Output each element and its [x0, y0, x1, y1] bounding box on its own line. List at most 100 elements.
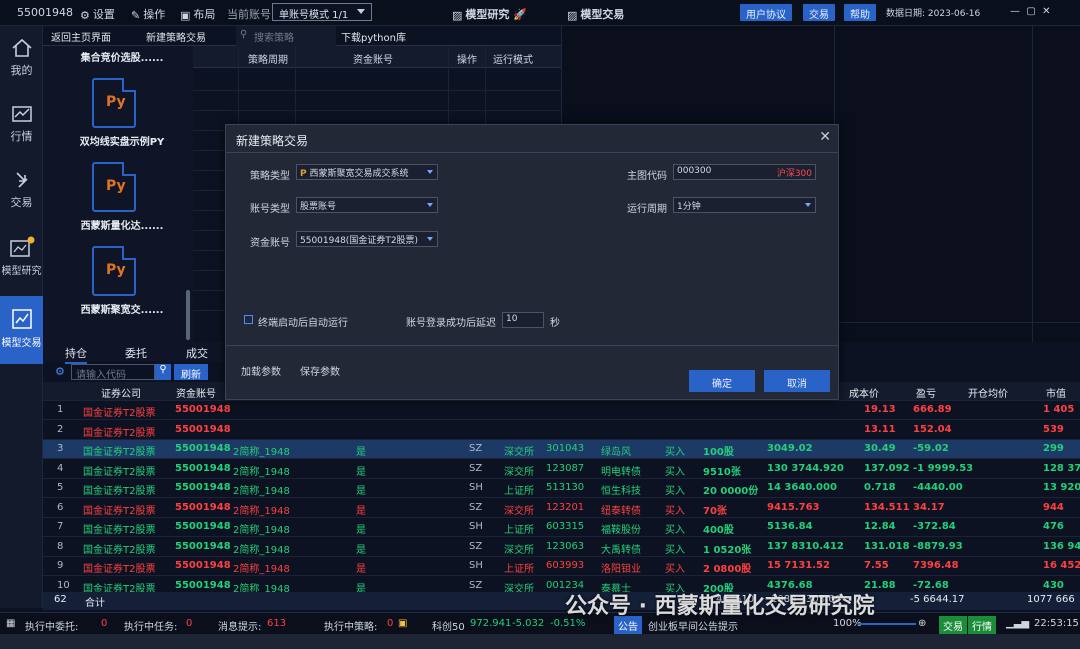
cell-flag: 是 [356, 447, 366, 458]
exec-strategy-label: 执行中策略: [324, 622, 378, 633]
file-label[interactable]: 双均线实盘示例PY [56, 133, 188, 148]
table-row[interactable]: 4 国金证券T2股票 55001948 2简称_1948 是 SZ 深交所 123087 明电转… [43, 460, 1080, 479]
sidebar-item-model-research[interactable]: 模型研究 [0, 224, 43, 290]
sidebar-item-label: 交易 [10, 196, 33, 209]
table-row[interactable]: 1 国金证券T2股票 55001948 19.13 666.89 1 405 [43, 401, 1080, 420]
cell-acct: 55001948 [175, 579, 231, 591]
account-mode-select[interactable]: 单账号模式 1/1 [272, 3, 372, 21]
table-row[interactable]: 3 国金证券T2股票 55001948 2简称_1948 是 SZ 深交所 301043 绿岛风… [43, 440, 1080, 459]
tab-model-research[interactable]: ▨ 模型研究 🚀 [452, 6, 527, 22]
tab-orders[interactable]: 委托 [125, 345, 147, 361]
cell-mkt: SZ [469, 501, 483, 513]
search-icon[interactable]: ⚲ [155, 364, 171, 380]
chevron-down-icon [427, 203, 433, 207]
load-params-button[interactable]: 加载参数 [241, 363, 281, 378]
close-icon[interactable]: ✕ [819, 129, 831, 145]
table-row[interactable]: 8 国金证券T2股票 55001948 2简称_1948 是 SZ 深交所 123063 大禹转… [43, 538, 1080, 557]
tab-model-trade[interactable]: ▨ 模型交易 [567, 6, 624, 22]
strategy-search[interactable]: ⚲ 搜索策略 [236, 26, 336, 46]
fund-account-select[interactable]: 55001948(国金证券T2股票) [296, 231, 438, 247]
positions-table: 证券公司 资金账号 成本价 盈亏 开仓均价 市值 1 国金证券T2股票 550019… [43, 382, 1080, 596]
table-row[interactable]: 6 国金证券T2股票 55001948 2简称_1948 是 SZ 深交所 123201 纽泰转… [43, 499, 1080, 518]
m-icon[interactable]: ▣ [398, 618, 407, 629]
py-file-icon[interactable]: Py [92, 162, 136, 212]
cell-n: 5 [57, 482, 64, 493]
download-python-link[interactable]: 下载python库 [341, 29, 406, 44]
cell-pnl: -8879.93 [913, 540, 963, 552]
account-type-select[interactable]: 股票账号 [296, 197, 438, 213]
strategy-type-select[interactable]: P 西蒙斯聚宽交易成交系统 [296, 164, 438, 180]
table-row[interactable]: 7 国金证券T2股票 55001948 2简称_1948 是 SH 上证所 603315 福鞍股… [43, 518, 1080, 537]
zoom-in-icon[interactable]: ⊕ [918, 618, 926, 629]
new-strategy-link[interactable]: 新建策略交易 [146, 29, 206, 44]
zoom-slider[interactable] [858, 623, 916, 625]
py-file-icon[interactable]: Py [92, 78, 136, 128]
cell-mv: 128 374 [1043, 462, 1080, 474]
cell-ex: 上证所 [504, 486, 534, 497]
cell-qty: 2 0800股 [703, 564, 752, 575]
chevron-down-icon [357, 9, 365, 14]
search-input[interactable]: 搜索策略 [254, 29, 294, 44]
tab-fills[interactable]: 成交 [186, 345, 208, 361]
cell-cost: 137.092 [864, 462, 910, 474]
status-trade-button[interactable]: 交易 [939, 616, 967, 635]
cell-ex: 上证所 [504, 525, 534, 536]
auto-run-checkbox[interactable] [244, 315, 253, 324]
window-controls[interactable]: — ▢ ✕ [1010, 6, 1051, 17]
cell-company: 国金证券T2股票 [83, 427, 156, 439]
cell-flag: 是 [356, 544, 366, 556]
cell-n: 6 [57, 501, 64, 513]
msg-value: 613 [267, 618, 287, 629]
sidebar-item-quotes[interactable]: 行情 [0, 92, 43, 158]
back-home-link[interactable]: 返回主页界面 [51, 29, 111, 44]
main-code-label: 主图代码 [627, 171, 667, 182]
file-label[interactable]: 西蒙斯聚宽交...... [56, 301, 188, 316]
trade-button[interactable]: 交易 [803, 4, 835, 21]
refresh-button[interactable]: 刷新 [174, 364, 208, 381]
sidebar-item-mine[interactable]: 我的 [0, 26, 43, 92]
search-icon: ⚲ [240, 29, 248, 40]
exec-strategy-value: 0 [387, 618, 394, 629]
delay-input[interactable]: 10 [502, 312, 544, 328]
py-file-icon[interactable]: Py [92, 246, 136, 296]
status-market-button[interactable]: 行情 [968, 616, 996, 635]
save-params-button[interactable]: 保存参数 [300, 363, 340, 378]
cell-flag: 是 [356, 525, 366, 536]
cell-flag: 是 [356, 505, 366, 517]
cell-mv: 1 405 [1043, 404, 1075, 415]
cell-code: 301043 [546, 443, 585, 454]
sum-label: 合计 [85, 598, 105, 609]
main-code-input[interactable]: 000300 沪深300 [673, 164, 816, 180]
cell-qty: 100股 [703, 447, 734, 458]
table-row[interactable]: 9 国金证券T2股票 55001948 2简称_1948 是 SH 上证所 603993 洛阳钼… [43, 557, 1080, 576]
cancel-button[interactable]: 取消 [764, 370, 830, 392]
code-search-input[interactable]: 请输入代码 [71, 364, 155, 381]
file-list-scrollbar[interactable] [186, 290, 190, 340]
help-button[interactable]: 帮助 [844, 4, 876, 21]
file-label[interactable]: 集合竞价选股...... [56, 49, 188, 64]
cell-pnl: -59.02 [913, 443, 949, 454]
research-icon [9, 236, 34, 257]
sidebar-item-model-trade[interactable]: 模型交易 [0, 296, 43, 364]
period-select[interactable]: 1分钟 [673, 197, 816, 213]
cell-dir: 买入 [665, 544, 685, 556]
table-row[interactable]: 2 国金证券T2股票 55001948 13.11 152.04 539 [43, 421, 1080, 440]
cell-sname: 绿岛风 [601, 447, 631, 458]
cell-code: 123063 [546, 540, 585, 552]
cell-acct: 55001948 [175, 540, 231, 552]
user-agreement-button[interactable]: 用户协议 [740, 4, 792, 21]
column-header: 市值 [1046, 389, 1066, 400]
layout-menu[interactable]: ▣ 布局 [180, 6, 215, 22]
notice-text[interactable]: 创业板早间公告提示 [648, 618, 738, 633]
operate-menu[interactable]: ✎ 操作 [131, 6, 165, 22]
table-row[interactable]: 5 国金证券T2股票 55001948 2简称_1948 是 SH 上证所 513130 恒生科… [43, 479, 1080, 498]
cell-amt: 15 7131.52 [767, 560, 830, 571]
file-label[interactable]: 西蒙斯量化达...... [56, 217, 188, 232]
period-label: 运行周期 [627, 204, 667, 215]
sidebar-item-trade[interactable]: 交易 [0, 158, 43, 224]
confirm-button[interactable]: 确定 [689, 370, 755, 392]
cell-code: 123201 [546, 501, 585, 513]
gear-icon[interactable]: ⚙ [55, 365, 65, 378]
column-header: 成本价 [849, 389, 879, 400]
settings-menu[interactable]: ⚙ 设置 [80, 6, 115, 22]
